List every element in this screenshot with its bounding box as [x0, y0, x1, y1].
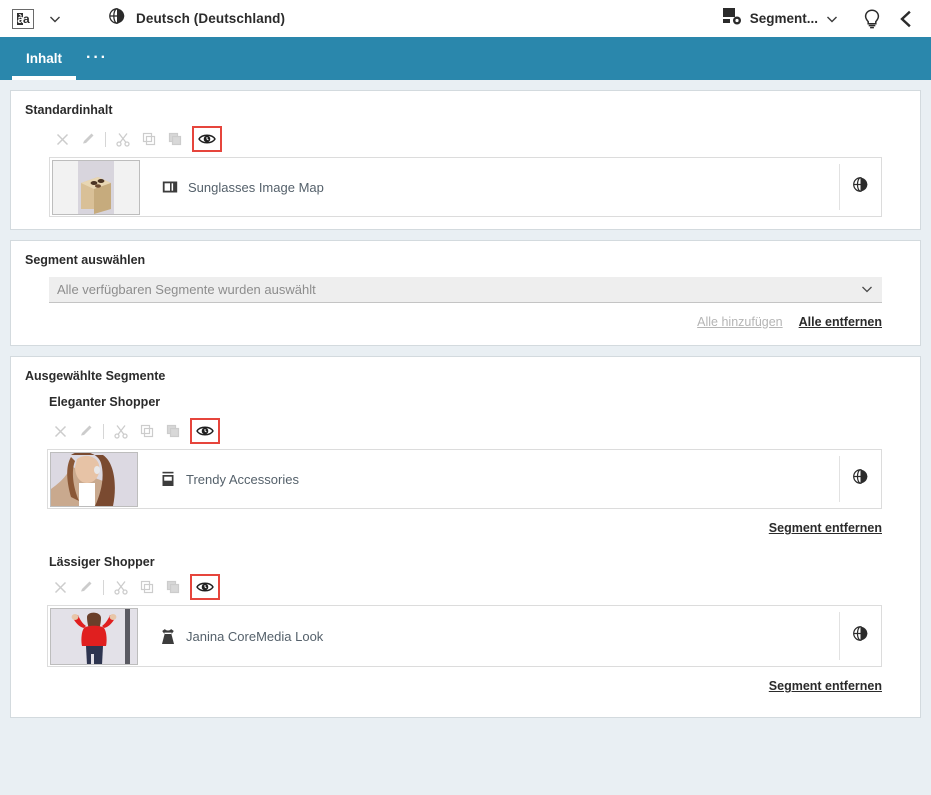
content-row-main: Sunglasses Image Map — [162, 179, 324, 195]
chevron-down-icon[interactable] — [860, 282, 874, 301]
remove-segment-link[interactable]: Segment entfernen — [769, 679, 882, 693]
globe-locale-icon — [852, 625, 869, 647]
content-row-label: Trendy Accessories — [186, 472, 299, 487]
segment-selector-label: Segment... — [750, 11, 818, 26]
image-map-icon — [162, 179, 178, 195]
woman-earring-thumbnail — [50, 452, 138, 507]
tab-overflow-menu[interactable]: ··· — [76, 37, 118, 80]
panel-bottom-spacer — [19, 693, 912, 715]
scissors-icon[interactable] — [110, 127, 136, 151]
woman-red-sweater-thumbnail — [50, 608, 138, 665]
chevron-down-icon[interactable] — [42, 6, 68, 32]
chevron-left-icon[interactable] — [891, 4, 921, 34]
panel-standardinhalt: Standardinhalt — [10, 90, 921, 230]
content-row[interactable]: Trendy Accessories — [47, 449, 882, 509]
panel-title-standardinhalt: Standardinhalt — [25, 103, 912, 117]
tab-inhalt[interactable]: Inhalt — [12, 37, 76, 80]
globe-locale-icon — [852, 468, 869, 490]
content-row-main: Trendy Accessories — [160, 471, 299, 487]
segment-selector-button[interactable]: Segment... — [721, 6, 839, 31]
toolbar-divider — [103, 580, 104, 595]
paste-icon[interactable] — [160, 419, 186, 443]
product-dress-icon — [160, 628, 176, 644]
copy-icon[interactable] — [136, 127, 162, 151]
segment-select-value: Alle verfügbaren Segmente wurden auswähl… — [57, 282, 316, 297]
content-row-label: Sunglasses Image Map — [188, 180, 324, 195]
tab-overflow-label: ··· — [86, 55, 108, 61]
toolbar-divider — [105, 132, 106, 147]
segment-group-name: Eleganter Shopper — [49, 395, 912, 409]
pencil-icon[interactable] — [75, 127, 101, 151]
segment-group: Eleganter Shopper — [19, 395, 912, 535]
eye-preview-icon[interactable] — [190, 418, 220, 444]
tab-bar: Inhalt ··· — [0, 37, 931, 80]
content-row-locale[interactable] — [839, 612, 881, 660]
eye-preview-icon[interactable] — [190, 574, 220, 600]
close-x-icon[interactable] — [47, 575, 73, 599]
content-row-main: Janina CoreMedia Look — [160, 628, 323, 644]
sunglasses-on-box-thumbnail — [52, 160, 140, 215]
toolbar-segment-group — [47, 573, 912, 601]
toolbar-divider — [103, 424, 104, 439]
content-row-locale[interactable] — [839, 164, 881, 210]
lightbulb-icon[interactable] — [857, 4, 887, 34]
segment-select-wrapper: Alle verfügbaren Segmente wurden auswähl… — [49, 277, 882, 303]
close-x-icon[interactable] — [49, 127, 75, 151]
remove-segment-link[interactable]: Segment entfernen — [769, 521, 882, 535]
panel-segment-auswaehlen: Segment auswählen Alle verfügbaren Segme… — [10, 240, 921, 346]
pencil-icon[interactable] — [73, 419, 99, 443]
app-header: àa Deutsch (Deutschland) — [0, 0, 931, 37]
copy-icon[interactable] — [134, 419, 160, 443]
header-right-group: Segment... — [721, 0, 921, 37]
close-x-icon[interactable] — [47, 419, 73, 443]
eye-preview-icon[interactable] — [192, 126, 222, 152]
tab-inhalt-label: Inhalt — [26, 51, 62, 66]
remove-all-segments-link[interactable]: Alle entfernen — [799, 315, 882, 329]
add-all-segments-link[interactable]: Alle hinzufügen — [697, 315, 782, 329]
paste-icon[interactable] — [162, 127, 188, 151]
content-row-locale[interactable] — [839, 456, 881, 502]
teaser-collection-icon — [160, 471, 176, 487]
toolbar-segment-group — [47, 417, 912, 445]
content-area: Standardinhalt — [0, 80, 931, 795]
segment-group: Lässiger Shopper — [19, 555, 912, 715]
segment-select[interactable]: Alle verfügbaren Segmente wurden auswähl… — [49, 277, 882, 303]
toolbar-standardinhalt — [49, 125, 912, 153]
segment-remove-row: Segment entfernen — [19, 679, 882, 693]
header-left-group: àa — [8, 6, 68, 32]
paste-icon[interactable] — [160, 575, 186, 599]
panel-title-segment-auswaehlen: Segment auswählen — [25, 253, 912, 267]
panel-title-ausgewaehlte-segmente: Ausgewählte Segmente — [25, 369, 912, 383]
chevron-down-icon[interactable] — [825, 12, 839, 26]
segment-settings-icon — [721, 6, 743, 31]
segment-remove-row: Segment entfernen — [19, 521, 882, 535]
content-row[interactable]: Janina CoreMedia Look — [47, 605, 882, 667]
pencil-icon[interactable] — [73, 575, 99, 599]
segment-group-name: Lässiger Shopper — [49, 555, 912, 569]
segment-bulk-actions: Alle hinzufügen Alle entfernen — [19, 315, 882, 329]
panel-ausgewaehlte-segmente: Ausgewählte Segmente Eleganter Shopper — [10, 356, 921, 718]
content-row[interactable]: Sunglasses Image Map — [49, 157, 882, 217]
scissors-icon[interactable] — [108, 575, 134, 599]
locale-label: Deutsch (Deutschland) — [136, 11, 285, 26]
text-language-icon[interactable]: àa — [12, 9, 34, 29]
scissors-icon[interactable] — [108, 419, 134, 443]
locale-group: Deutsch (Deutschland) — [108, 7, 285, 30]
content-row-label: Janina CoreMedia Look — [186, 629, 323, 644]
globe-locale-icon — [852, 176, 869, 198]
globe-locale-icon — [108, 7, 126, 30]
copy-icon[interactable] — [134, 575, 160, 599]
